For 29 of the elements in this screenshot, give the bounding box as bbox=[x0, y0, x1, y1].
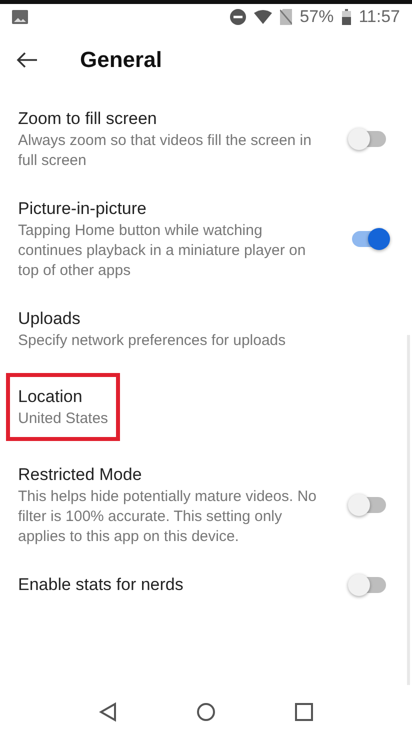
settings-item[interactable]: Restricted Mode This helps hide potentially mature videos. No filter is 100% accurate. This setting only applies to this app on this device. bbox=[0, 450, 412, 560]
setting-title: Restricted Mode bbox=[18, 464, 143, 486]
no-sim-icon bbox=[280, 9, 292, 25]
settings-item[interactable]: Enable stats for nerds bbox=[0, 560, 412, 610]
back-arrow-icon[interactable] bbox=[16, 52, 38, 68]
settings-item[interactable]: Uploads Specify network preferences for uploads bbox=[0, 294, 412, 364]
setting-description: Always zoom so that videos fill the screen in full screen bbox=[18, 131, 312, 171]
do-not-disturb-icon bbox=[230, 9, 246, 25]
clock: 11:57 bbox=[358, 7, 400, 27]
setting-title: Zoom to fill screen bbox=[18, 108, 158, 130]
image-icon bbox=[12, 10, 28, 24]
home-icon[interactable] bbox=[196, 702, 216, 722]
settings-item[interactable]: Zoom to fill screen Always zoom so that videos fill the screen in full screen bbox=[0, 94, 412, 184]
page-title: General bbox=[80, 47, 162, 73]
settings-item[interactable]: Location United States bbox=[0, 364, 412, 450]
settings-item[interactable]: Picture-in-picture Tapping Home button while watching continues playback in a miniature player on top of other apps bbox=[0, 184, 412, 294]
wifi-icon bbox=[254, 10, 272, 24]
setting-description: Tapping Home button while watching continues playback in a miniature player on top of other apps bbox=[18, 221, 307, 281]
setting-title: Uploads bbox=[18, 308, 82, 330]
battery-percentage: 57% bbox=[300, 7, 334, 27]
battery-icon bbox=[342, 9, 351, 25]
setting-description: This helps hide potentially mature videos. No filter is 100% accurate. This setting only applies to this app on this device. bbox=[18, 487, 318, 547]
recents-icon[interactable] bbox=[294, 703, 313, 721]
setting-description: United States bbox=[18, 409, 108, 429]
back-icon[interactable] bbox=[99, 702, 118, 722]
setting-description: Specify network preferences for uploads bbox=[18, 331, 286, 351]
setting-title: Location bbox=[18, 386, 84, 408]
setting-title: Picture-in-picture bbox=[18, 198, 148, 220]
setting-title: Enable stats for nerds bbox=[18, 574, 184, 596]
